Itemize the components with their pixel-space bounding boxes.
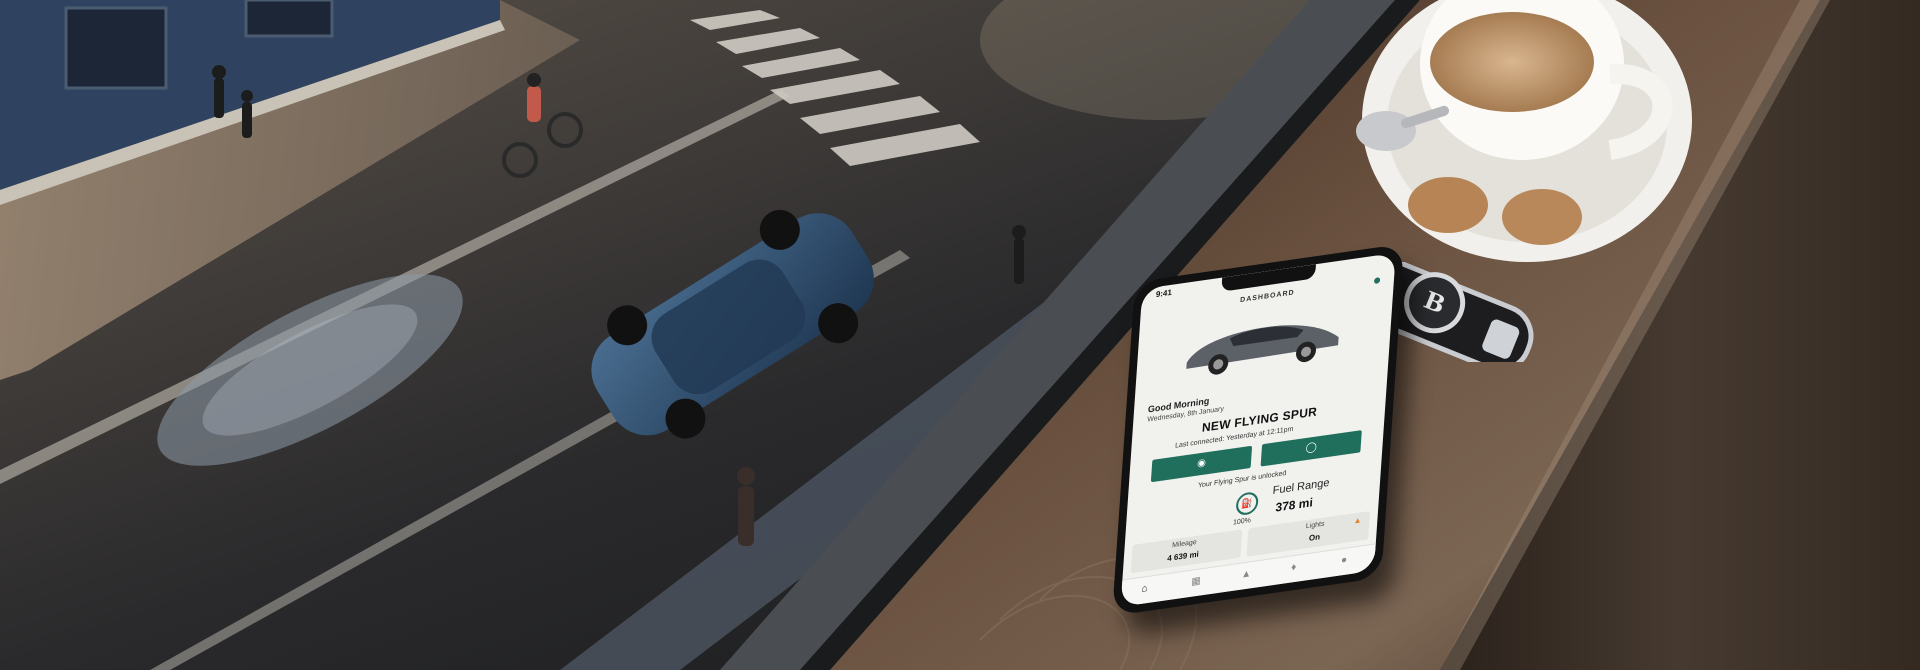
fuel-range-label: Fuel Range xyxy=(1272,476,1330,497)
photo-scene: B 9:41 DASHBOARD Good Morning Wednesday,… xyxy=(0,0,1920,670)
fuel-range-value: 378 mi xyxy=(1275,495,1314,515)
mileage-label: Mileage xyxy=(1171,538,1197,550)
unlock-icon: ◯ xyxy=(1305,441,1318,455)
fuel-pump-icon: ⛽ xyxy=(1235,490,1259,517)
mileage-value: 4 639 mi xyxy=(1166,549,1200,564)
phone-screen: 9:41 DASHBOARD Good Morning Wednesday, 8… xyxy=(1120,252,1396,607)
navigate-icon[interactable]: ▲ xyxy=(1241,568,1252,581)
profile-icon[interactable]: ● xyxy=(1341,554,1348,566)
lights-label: Lights xyxy=(1305,520,1325,531)
car-image xyxy=(1186,325,1339,375)
home-icon[interactable]: ⌂ xyxy=(1141,583,1148,595)
lights-value: On xyxy=(1308,532,1321,543)
phone-frame: 9:41 DASHBOARD Good Morning Wednesday, 8… xyxy=(1111,243,1405,617)
fuel-percent: 100% xyxy=(1232,517,1252,527)
unlock-button[interactable]: ◯ xyxy=(1260,430,1362,467)
background-photo xyxy=(0,0,1920,670)
warning-icon: ▲ xyxy=(1353,515,1362,526)
status-time: 9:41 xyxy=(1155,287,1173,300)
smartphone: 9:41 DASHBOARD Good Morning Wednesday, 8… xyxy=(1111,243,1420,620)
grid-icon[interactable]: ▦ xyxy=(1191,575,1201,587)
lock-icon: ◉ xyxy=(1196,457,1207,470)
bell-icon[interactable]: ♦ xyxy=(1291,562,1297,574)
